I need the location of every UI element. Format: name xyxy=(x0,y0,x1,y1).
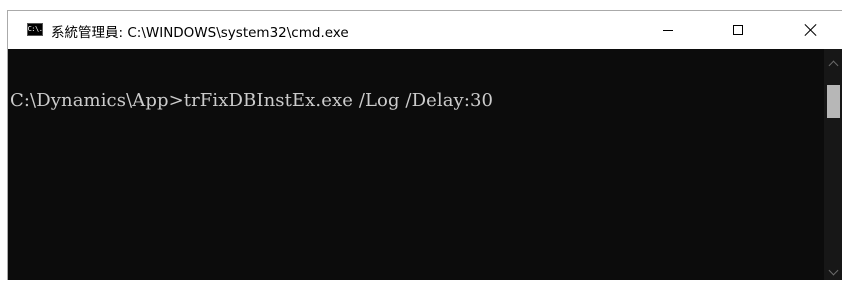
cmd-window: C:\. 系統管理員: C:\WINDOWS\system32\cmd.exe … xyxy=(7,10,842,280)
scroll-up-button[interactable] xyxy=(824,55,842,72)
maximize-icon xyxy=(733,25,743,35)
minimize-icon xyxy=(663,29,673,31)
scroll-thumb[interactable] xyxy=(827,85,840,118)
scroll-down-button[interactable] xyxy=(824,264,842,280)
close-button[interactable] xyxy=(788,11,834,49)
close-icon xyxy=(804,23,818,37)
vertical-scrollbar[interactable] xyxy=(824,49,842,280)
chevron-down-icon xyxy=(828,265,839,276)
minimize-button[interactable] xyxy=(645,11,691,49)
chevron-up-icon xyxy=(828,60,839,71)
title-bar[interactable]: C:\. 系統管理員: C:\WINDOWS\system32\cmd.exe xyxy=(8,11,842,49)
cmd-app-icon-label: C:\. xyxy=(27,25,43,33)
console-output[interactable]: C:\Dynamics\App>trFixDBInstEx.exe /Log /… xyxy=(8,49,824,280)
cmd-app-icon[interactable]: C:\. xyxy=(27,23,43,36)
maximize-button[interactable] xyxy=(715,11,761,49)
console-line: C:\Dynamics\App>trFixDBInstEx.exe /Log /… xyxy=(10,90,494,111)
window-title: 系統管理員: C:\WINDOWS\system32\cmd.exe xyxy=(51,25,349,41)
